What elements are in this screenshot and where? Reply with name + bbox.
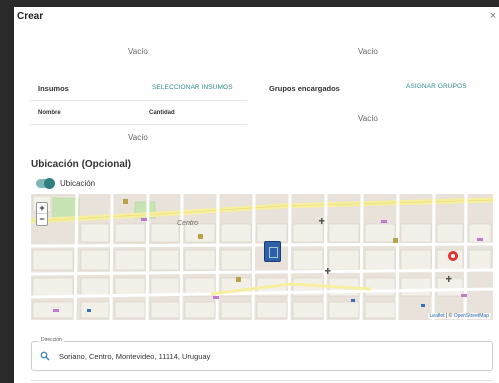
location-map[interactable]: Centro + − Leaflet | © OpenStreetMap (31, 194, 493, 320)
zoom-out-button[interactable]: − (37, 214, 47, 225)
insumos-divider-top (30, 100, 247, 101)
openstreetmap-link[interactable]: OpenStreetMap (454, 313, 489, 319)
zoom-control: + − (36, 202, 48, 226)
grupos-empty-state: Vacío (358, 114, 378, 123)
address-field-label: Dirección (39, 337, 64, 343)
empty-state-top-left: Vacío (128, 47, 148, 56)
insumos-divider-bottom (30, 124, 247, 125)
insumos-empty-state: Vacío (128, 133, 148, 142)
grupos-label: Grupos encargados (269, 84, 340, 93)
leaflet-link[interactable]: Leaflet (430, 313, 445, 319)
ubicacion-toggle-label: Ubicación (60, 179, 96, 188)
location-marker-icon[interactable] (264, 241, 281, 262)
select-insumos-button[interactable]: SELECCIONAR INSUMOS (152, 84, 233, 91)
map-attribution: Leaflet | © OpenStreetMap (427, 313, 491, 319)
zoom-in-button[interactable]: + (37, 203, 47, 214)
assign-grupos-button[interactable]: ASIGNAR GRUPOS (406, 83, 467, 90)
ubicacion-title: Ubicación (Opcional) (31, 159, 132, 170)
create-dialog: Crear × Vacío Vacío Insumos SELECCIONAR … (14, 7, 499, 383)
dialog-title: Crear (17, 11, 44, 22)
map-tiles (31, 194, 493, 320)
empty-state-top-right: Vacío (358, 47, 378, 56)
column-header-cantidad: Cantidad (149, 110, 175, 116)
ubicacion-toggle[interactable] (36, 178, 55, 189)
attribution-separator: | © (444, 313, 454, 319)
map-place-label: Centro (177, 220, 199, 227)
search-icon (40, 351, 50, 361)
address-field-value[interactable]: Soriano, Centro, Montevideo, 11114, Urug… (59, 352, 210, 361)
toggle-knob (44, 178, 55, 189)
bottom-divider (31, 380, 493, 381)
close-icon[interactable]: × (487, 10, 499, 22)
address-field[interactable]: Dirección Soriano, Centro, Montevideo, 1… (31, 337, 493, 371)
column-header-nombre: Nombre (38, 110, 61, 116)
insumos-label: Insumos (38, 84, 69, 93)
